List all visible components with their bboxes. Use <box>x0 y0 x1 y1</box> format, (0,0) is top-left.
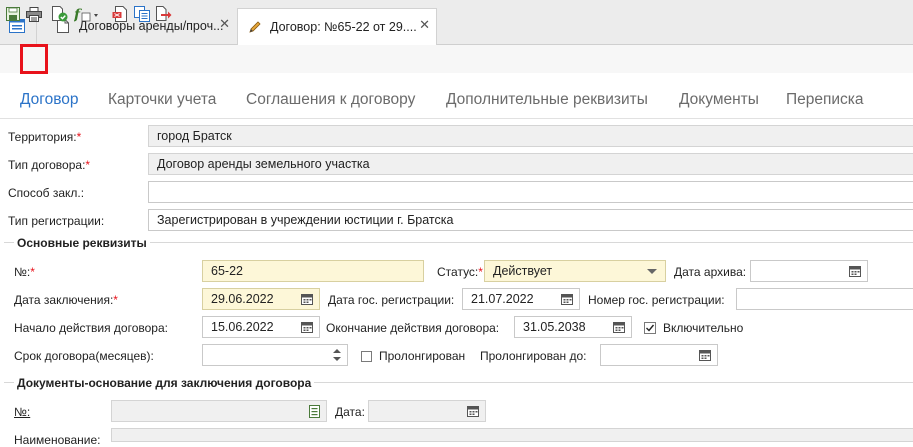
nav-tab-additional-details[interactable]: Дополнительные реквизиты <box>446 91 648 109</box>
end-date-value: 31.05.2038 <box>523 320 586 334</box>
territory-field[interactable]: город Братск <box>148 125 913 147</box>
tab-label: Договор: №65-22 от 29.... <box>270 20 417 34</box>
state-reg-date-field[interactable]: 21.07.2022 <box>462 288 580 310</box>
term-label: Срок договора(месяцев): <box>14 349 154 363</box>
status-value: Действует <box>493 264 553 278</box>
inclusive-checkbox[interactable]: Включительно <box>644 321 743 335</box>
state-reg-number-field[interactable] <box>736 288 913 310</box>
registration-type-field[interactable]: Зарегистрирован в учреждении юстиции г. … <box>148 209 913 231</box>
nav-tab-agreements[interactable]: Соглашения к договору <box>246 91 415 109</box>
prolonged-until-field[interactable] <box>600 344 718 366</box>
state-reg-number-label: Номер гос. регистрации: <box>588 293 725 307</box>
print-button[interactable] <box>24 4 44 24</box>
calendar-icon[interactable] <box>561 293 573 305</box>
lookup-list-icon[interactable] <box>309 405 320 418</box>
calendar-icon[interactable] <box>301 293 313 305</box>
function-icon: f <box>74 7 98 22</box>
inclusive-label: Включительно <box>663 321 744 335</box>
conclusion-date-field[interactable]: 29.06.2022 <box>202 288 320 310</box>
function-menu-button[interactable]: f <box>72 4 102 24</box>
prolonged-label: Пролонгирован <box>379 349 466 363</box>
documents-icon <box>134 6 150 22</box>
state-reg-date-value: 21.07.2022 <box>471 292 534 306</box>
archive-date-field[interactable] <box>750 260 868 282</box>
archive-date-label: Дата архива: <box>674 265 747 279</box>
conclusion-date-label: Дата заключения:* <box>14 293 118 307</box>
number-field[interactable]: 65-22 <box>202 260 424 282</box>
highlight-box <box>20 44 48 74</box>
close-icon[interactable]: ✕ <box>219 16 230 32</box>
nav-divider <box>0 118 913 119</box>
calendar-icon[interactable] <box>613 321 625 333</box>
tab-contract-edit[interactable]: Договор: №65-22 от 29.... ✕ <box>237 8 437 45</box>
end-date-field[interactable]: 31.05.2038 <box>514 316 632 338</box>
pencil-icon <box>249 21 261 33</box>
doc-name-field[interactable] <box>111 428 913 442</box>
save-button[interactable] <box>3 4 23 24</box>
doc-name-label: Наименование: <box>14 433 101 447</box>
nav-tab-documents[interactable]: Документы <box>679 91 759 109</box>
conclusion-method-label: Способ закл.: <box>8 186 85 200</box>
contract-type-label: Тип договора:* <box>8 158 91 172</box>
document-delete-icon <box>112 6 127 22</box>
nav-tab-accounting-cards[interactable]: Карточки учета <box>108 91 216 109</box>
calendar-icon[interactable] <box>467 405 479 417</box>
term-field[interactable] <box>202 344 348 366</box>
contract-type-field[interactable]: Договор аренды земельного участка <box>148 153 913 175</box>
spinner-icon[interactable] <box>333 348 341 362</box>
doc-date-label: Дата: <box>335 405 365 419</box>
state-reg-date-label: Дата гос. регистрации: <box>328 293 455 307</box>
doc-number-field[interactable] <box>111 400 327 422</box>
main-details-title: Основные реквизиты <box>14 236 150 250</box>
save-icon <box>6 7 20 21</box>
start-date-field[interactable]: 15.06.2022 <box>202 316 320 338</box>
start-date-label: Начало действия договора: <box>14 321 168 335</box>
document-export-icon <box>156 6 172 21</box>
status-select[interactable]: Действует <box>484 260 666 282</box>
number-label: №:* <box>14 265 35 279</box>
export-button[interactable] <box>154 4 174 24</box>
chevron-down-icon <box>647 269 657 274</box>
document-check-icon <box>52 6 68 22</box>
nav-tab-correspondence[interactable]: Переписка <box>786 91 864 109</box>
calendar-icon[interactable] <box>699 349 711 361</box>
prolonged-checkbox[interactable]: Пролонгирован <box>361 349 465 363</box>
doc-number-label: №: <box>14 405 31 419</box>
calendar-icon[interactable] <box>849 265 861 277</box>
close-icon[interactable]: ✕ <box>419 17 430 33</box>
prolonged-until-label: Пролонгирован до: <box>480 349 587 363</box>
toolbar <box>0 45 913 73</box>
territory-label: Территория:* <box>8 130 82 144</box>
basis-documents-title: Документы-основание для заключения догов… <box>14 376 315 390</box>
checkbox-checked-icon <box>644 322 656 334</box>
calendar-icon[interactable] <box>301 321 313 333</box>
checkbox-unchecked-icon <box>361 350 372 362</box>
status-label: Статус:* <box>437 265 483 279</box>
conclusion-date-value: 29.06.2022 <box>211 292 274 306</box>
copy-document-button[interactable] <box>132 4 152 24</box>
printer-icon <box>26 6 42 22</box>
end-date-label: Окончание действия договора: <box>326 321 500 335</box>
nav-tab-contract[interactable]: Договор <box>20 91 79 109</box>
approve-button[interactable] <box>50 4 70 24</box>
delete-document-button[interactable] <box>110 4 130 24</box>
conclusion-method-field[interactable] <box>148 181 913 203</box>
doc-date-field[interactable] <box>368 400 486 422</box>
start-date-value: 15.06.2022 <box>211 320 274 334</box>
registration-type-label: Тип регистрации: <box>8 214 105 228</box>
